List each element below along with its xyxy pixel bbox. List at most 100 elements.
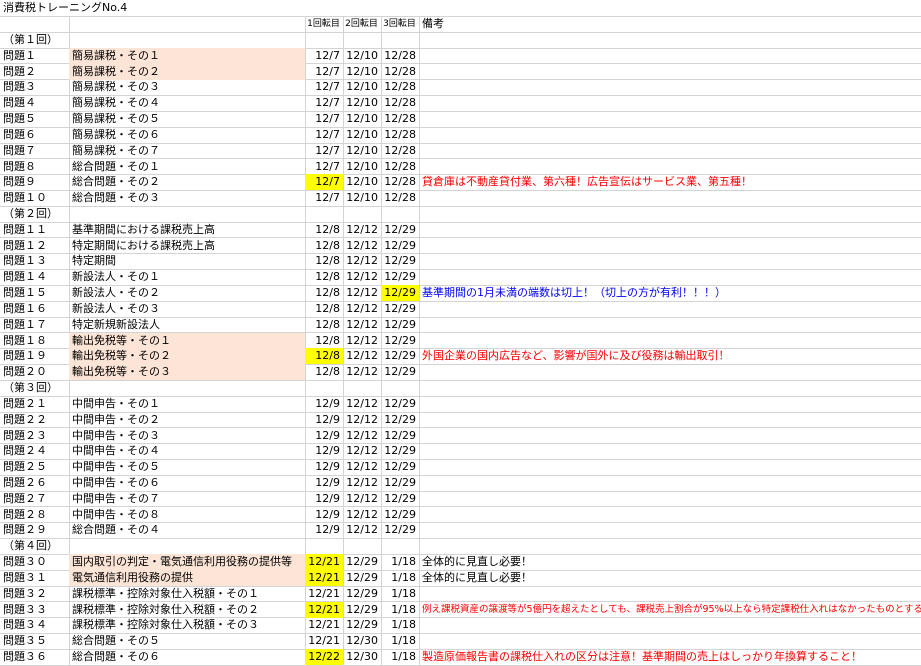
question-number[interactable]: 問題３ [3, 79, 69, 95]
question-number[interactable]: 問題３６ [3, 649, 69, 665]
round3-date[interactable]: 1/18 [381, 586, 419, 602]
round2-date[interactable]: 12/12 [343, 348, 381, 364]
topic-cell[interactable]: 新設法人・その３ [69, 301, 305, 317]
section-header[interactable]: （第４回） [3, 538, 123, 554]
round1-date[interactable]: 12/9 [305, 459, 343, 475]
topic-cell[interactable]: 中間申告・その４ [69, 443, 305, 459]
topic-cell[interactable]: 総合問題・その６ [69, 649, 305, 665]
round1-date[interactable]: 12/7 [305, 127, 343, 143]
round2-date[interactable]: 12/10 [343, 64, 381, 80]
round2-date[interactable]: 12/29 [343, 617, 381, 633]
round1-date[interactable]: 12/8 [305, 222, 343, 238]
round1-date[interactable]: 12/8 [305, 348, 343, 365]
topic-cell[interactable]: 課税標準・控除対象仕入税額・その１ [69, 586, 305, 602]
question-number[interactable]: 問題１ [3, 48, 69, 64]
topic-cell[interactable]: 中間申告・その６ [69, 475, 305, 491]
note-cell[interactable]: 全体的に見直し必要！ [422, 554, 921, 570]
round1-date[interactable]: 12/8 [305, 238, 343, 254]
round2-date[interactable]: 12/29 [343, 554, 381, 570]
round3-date[interactable]: 12/29 [381, 285, 419, 302]
topic-cell[interactable]: 課税標準・控除対象仕入税額・その３ [69, 617, 305, 633]
round1-date[interactable]: 12/8 [305, 364, 343, 380]
round3-date[interactable]: 12/29 [381, 348, 419, 364]
topic-cell[interactable]: 輸出免税等・その１ [69, 332, 305, 349]
round3-date[interactable]: 12/29 [381, 507, 419, 523]
round3-date[interactable]: 12/29 [381, 269, 419, 285]
round3-date[interactable]: 12/29 [381, 412, 419, 428]
section-header[interactable]: （第３回） [3, 380, 123, 396]
round2-date[interactable]: 12/12 [343, 491, 381, 507]
round3-date[interactable]: 12/28 [381, 95, 419, 111]
round3-date[interactable]: 12/28 [381, 174, 419, 190]
round2-date[interactable]: 12/12 [343, 333, 381, 349]
section-header[interactable]: （第２回） [3, 206, 123, 222]
round3-date[interactable]: 12/29 [381, 317, 419, 333]
round3-date[interactable]: 1/18 [381, 617, 419, 633]
round3-date[interactable]: 1/18 [381, 633, 419, 649]
round2-date[interactable]: 12/10 [343, 79, 381, 95]
section-header[interactable]: （第１回） [3, 32, 123, 48]
round3-date[interactable]: 1/18 [381, 554, 419, 570]
question-number[interactable]: 問題１７ [3, 317, 69, 333]
round1-date[interactable]: 12/7 [305, 95, 343, 111]
round1-date[interactable]: 12/8 [305, 285, 343, 301]
topic-cell[interactable]: 基準期間における課税売上高 [69, 222, 305, 238]
round3-date[interactable]: 12/29 [381, 443, 419, 459]
question-number[interactable]: 問題２８ [3, 507, 69, 523]
question-number[interactable]: 問題３０ [3, 554, 69, 570]
round3-date[interactable]: 1/18 [381, 649, 419, 665]
round2-date[interactable]: 12/29 [343, 570, 381, 586]
topic-cell[interactable]: 簡易課税・その２ [69, 63, 305, 80]
round1-date[interactable]: 12/21 [305, 586, 343, 602]
topic-cell[interactable]: 新設法人・その１ [69, 269, 305, 285]
round1-date[interactable]: 12/9 [305, 412, 343, 428]
round1-date[interactable]: 12/7 [305, 190, 343, 206]
note-cell[interactable]: 外国企業の国内広告など、影響が国外に及び役務は輸出取引！ [422, 348, 921, 364]
round1-date[interactable]: 12/22 [305, 648, 343, 665]
topic-cell[interactable]: 中間申告・その１ [69, 396, 305, 412]
round2-date[interactable]: 12/29 [343, 586, 381, 602]
question-number[interactable]: 問題１２ [3, 238, 69, 254]
round2-date[interactable]: 12/12 [343, 459, 381, 475]
round2-date[interactable]: 12/10 [343, 127, 381, 143]
round3-date[interactable]: 12/29 [381, 364, 419, 380]
question-number[interactable]: 問題１８ [3, 333, 69, 349]
round2-date[interactable]: 12/12 [343, 222, 381, 238]
question-number[interactable]: 問題２１ [3, 396, 69, 412]
round1-date[interactable]: 12/9 [305, 396, 343, 412]
round2-date[interactable]: 12/12 [343, 269, 381, 285]
round1-date[interactable]: 12/9 [305, 443, 343, 459]
round1-date[interactable]: 12/9 [305, 491, 343, 507]
round3-date[interactable]: 12/29 [381, 333, 419, 349]
question-number[interactable]: 問題３５ [3, 633, 69, 649]
question-number[interactable]: 問題７ [3, 143, 69, 159]
question-number[interactable]: 問題４ [3, 95, 69, 111]
round3-date[interactable]: 12/29 [381, 238, 419, 254]
topic-cell[interactable]: 特定新規新設法人 [69, 317, 305, 333]
round2-date[interactable]: 12/12 [343, 507, 381, 523]
note-cell[interactable]: 製造原価報告書の課税仕入れの区分は注意！基準期間の売上はしっかり年換算すること！ [422, 649, 921, 665]
topic-cell[interactable]: 新設法人・その２ [69, 285, 305, 301]
round3-date[interactable]: 12/29 [381, 491, 419, 507]
note-cell[interactable]: 例え課税資産の譲渡等が5億円を超えたとしても、課税売上割合が95%以上なら特定課… [422, 602, 921, 618]
round2-date[interactable]: 12/12 [343, 522, 381, 538]
note-cell[interactable]: 全体的に見直し必要！ [422, 570, 921, 586]
question-number[interactable]: 問題６ [3, 127, 69, 143]
round3-date[interactable]: 12/29 [381, 222, 419, 238]
topic-cell[interactable]: 簡易課税・その３ [69, 79, 305, 95]
topic-cell[interactable]: 電気通信利用役務の提供 [69, 569, 305, 586]
topic-cell[interactable]: 簡易課税・その７ [69, 143, 305, 159]
topic-cell[interactable]: 中間申告・その３ [69, 428, 305, 444]
question-number[interactable]: 問題８ [3, 159, 69, 175]
round1-date[interactable]: 12/9 [305, 475, 343, 491]
round2-date[interactable]: 12/12 [343, 428, 381, 444]
round3-date[interactable]: 12/29 [381, 301, 419, 317]
round3-date[interactable]: 12/28 [381, 190, 419, 206]
note-cell[interactable]: 貸倉庫は不動産貸付業、第六種！広告宣伝はサービス業、第五種！ [422, 174, 921, 190]
topic-cell[interactable]: 中間申告・その５ [69, 459, 305, 475]
topic-cell[interactable]: 総合問題・その１ [69, 159, 305, 175]
question-number[interactable]: 問題３２ [3, 586, 69, 602]
round1-date[interactable]: 12/7 [305, 48, 343, 64]
round1-date[interactable]: 12/8 [305, 269, 343, 285]
question-number[interactable]: 問題２９ [3, 522, 69, 538]
